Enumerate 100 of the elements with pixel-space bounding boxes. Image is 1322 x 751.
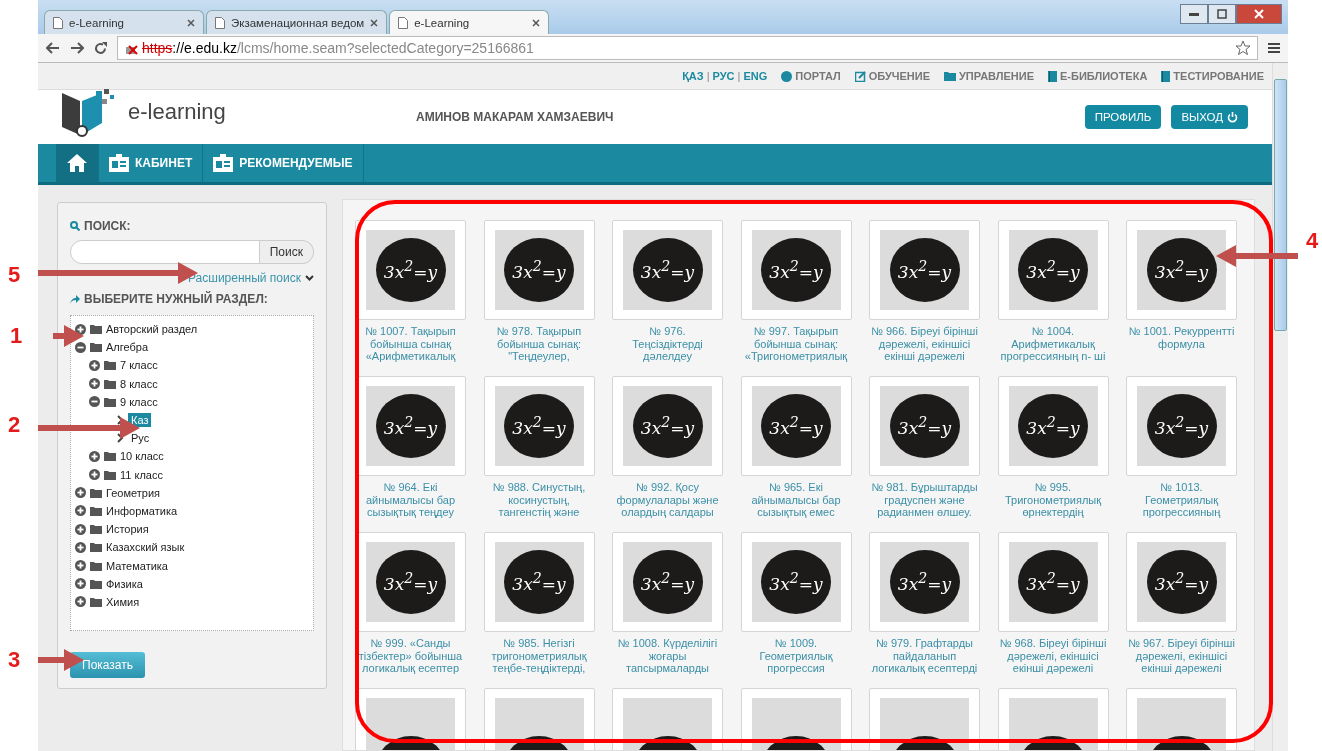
- course-title[interactable]: № 988. Синустың, косинустың, тангенстің және: [485, 481, 593, 518]
- browser-tab[interactable]: e-Learning: [44, 10, 204, 34]
- course-title[interactable]: № 966. Біреуі бірінші дәрежелі, екіншісі екінші дәрежелі: [870, 325, 979, 362]
- course-title[interactable]: № 992. Қосу формулалары және олардың салдары: [613, 481, 722, 518]
- tree-item[interactable]: 9 класс: [120, 395, 158, 408]
- top-link[interactable]: E-БИБЛИОТЕКА: [1048, 70, 1148, 82]
- plus-circle-icon[interactable]: [75, 505, 86, 517]
- browser-tab[interactable]: Экзаменационная ведом: [206, 10, 388, 34]
- reload-icon[interactable]: [94, 41, 107, 55]
- course-thumbnail[interactable]: 3x$^{2}$=y: [483, 532, 595, 632]
- plus-circle-icon[interactable]: [75, 323, 86, 335]
- top-link[interactable]: ТЕСТИРОВАНИЕ: [1161, 70, 1264, 82]
- course-title[interactable]: № 1007. Тақырып бойынша сынақ «Арифметикалық: [356, 325, 465, 362]
- close-icon[interactable]: [370, 18, 379, 27]
- course-title[interactable]: № 968. Біреуі бірінші дәрежелі, екіншісі екінші дәрежелі: [999, 637, 1107, 674]
- minus-circle-icon[interactable]: [75, 341, 86, 353]
- logo-text: e-learning: [128, 99, 226, 125]
- plus-circle-icon[interactable]: [75, 578, 86, 590]
- plus-circle-icon[interactable]: [75, 596, 86, 608]
- course-title[interactable]: № 967. Біреуі бірінші дәрежелі, екіншісі екінші дәрежелі: [1127, 637, 1236, 674]
- top-link[interactable]: ОБУЧЕНИЕ: [854, 70, 931, 82]
- course-title[interactable]: № 981. Бұрыштарды градуспен және радианмен өлшеу.: [870, 481, 979, 518]
- course-thumbnail[interactable]: 3x$^{2}$=y: [740, 376, 852, 476]
- course-title[interactable]: № 997. Тақырып бойынша сынақ: «Тригонометриялық: [742, 325, 850, 362]
- course-thumbnail[interactable]: 3x$^{2}$=y: [997, 220, 1109, 320]
- search-field[interactable]: [70, 240, 260, 264]
- tree-item[interactable]: Химия: [106, 595, 140, 608]
- minimize-button[interactable]: [1180, 4, 1208, 24]
- close-icon[interactable]: [532, 18, 541, 27]
- nav-item[interactable]: КАБИНЕТ: [99, 144, 204, 182]
- tree-item[interactable]: Алгебра: [106, 341, 149, 354]
- top-link[interactable]: ПОРТАЛ: [781, 70, 841, 82]
- course-thumbnail[interactable]: 3x$^{2}$=y: [612, 376, 723, 476]
- course-thumbnail[interactable]: 3x$^{2}$=y: [1126, 376, 1237, 476]
- course-thumbnail[interactable]: 3x$^{2}$=y: [1126, 532, 1237, 632]
- top-link[interactable]: УПРАВЛЕНИЕ: [944, 70, 1034, 82]
- course-thumbnail[interactable]: 3x$^{2}$=y: [483, 376, 595, 476]
- search-button[interactable]: Поиск: [259, 240, 314, 264]
- tree-item[interactable]: Казахский язык: [106, 541, 185, 554]
- close-window-button[interactable]: [1236, 4, 1282, 24]
- plus-circle-icon[interactable]: [75, 523, 86, 535]
- restore-button[interactable]: [1208, 4, 1236, 24]
- course-title[interactable]: № 964. Екі айнымалысы бар сызықтық теңдеу: [356, 481, 465, 518]
- minus-circle-icon[interactable]: [89, 396, 100, 408]
- plus-circle-icon[interactable]: [89, 450, 100, 462]
- course-title[interactable]: № 999. «Санды тізбектер» бойынша логикалық есептер: [356, 637, 465, 674]
- close-icon[interactable]: [187, 18, 195, 27]
- home-button[interactable]: [56, 144, 99, 182]
- course-thumbnail[interactable]: 3x$^{2}$=y: [1126, 220, 1237, 320]
- tree-item[interactable]: Математика: [106, 559, 168, 572]
- star-icon[interactable]: [1235, 40, 1251, 56]
- tree-item[interactable]: Рус: [128, 431, 153, 446]
- course-thumbnail[interactable]: 3x$^{2}$=y: [997, 376, 1109, 476]
- tree-item[interactable]: 11 класс: [120, 468, 163, 481]
- scrollbar[interactable]: [1272, 63, 1288, 751]
- course-thumbnail[interactable]: 3x$^{2}$=y: [997, 532, 1109, 632]
- course-title[interactable]: № 979. Графтарды пайдаланып логикалық есептерді: [870, 637, 979, 674]
- course-title[interactable]: № 1013. Геометриялық прогрессияның: [1127, 481, 1236, 518]
- browser-tab[interactable]: e-Learning: [389, 10, 550, 34]
- language-switcher[interactable]: ҚАЗ | РУС | ENG: [682, 70, 768, 82]
- course-thumbnail[interactable]: 3x$^{2}$=y: [869, 532, 980, 632]
- course-thumbnail[interactable]: 3x$^{2}$=y: [612, 220, 723, 320]
- course-title[interactable]: № 1004. Арифметикалық прогрессияның n- ші: [999, 325, 1107, 362]
- plus-circle-icon[interactable]: [89, 469, 100, 481]
- profile-button[interactable]: ПРОФИЛЬ: [1084, 105, 1162, 129]
- course-thumbnail[interactable]: 3x$^{2}$=y: [612, 532, 723, 632]
- course-thumbnail[interactable]: 3x$^{2}$=y: [483, 220, 595, 320]
- back-icon[interactable]: [46, 42, 60, 54]
- menu-icon[interactable]: [1268, 42, 1280, 54]
- address-bar[interactable]: https://e.edu.kz/lcms/home.seam?selectedCategory=25166861: [117, 36, 1258, 60]
- course-thumbnail[interactable]: 3x$^{2}$=y: [740, 220, 852, 320]
- course-thumbnail[interactable]: 3x$^{2}$=y: [740, 532, 852, 632]
- tree-item[interactable]: История: [106, 523, 149, 536]
- plus-circle-icon[interactable]: [75, 541, 86, 553]
- tree-item[interactable]: Физика: [106, 577, 143, 590]
- course-title[interactable]: № 976. Теңсіздіктерді дәлелдеу: [613, 325, 722, 362]
- course-title[interactable]: № 1009. Геометриялық прогрессия: [742, 637, 850, 674]
- nav-item[interactable]: РЕКОМЕНДУЕМЫЕ: [203, 144, 364, 182]
- tree-item[interactable]: 10 класс: [120, 450, 164, 463]
- plus-circle-icon[interactable]: [89, 359, 100, 371]
- tree-item[interactable]: Авторский раздел: [106, 323, 198, 336]
- course-thumbnail[interactable]: 3x$^{2}$=y: [869, 220, 980, 320]
- tree-item[interactable]: Информатика: [106, 504, 178, 517]
- tree-item[interactable]: Геометрия: [106, 486, 161, 499]
- course-thumbnail[interactable]: 3x$^{2}$=y: [355, 220, 466, 320]
- course-title[interactable]: № 995. Тригонометриялық өрнектердің: [999, 481, 1107, 518]
- tree-item[interactable]: Каз: [128, 413, 152, 428]
- logout-button[interactable]: ВЫХОД: [1171, 105, 1248, 129]
- course-title[interactable]: № 1001. Рекуррентті формула: [1127, 325, 1236, 362]
- course-title[interactable]: № 965. Екі айнымалысы бар сызықтық емес: [742, 481, 850, 518]
- tree-item[interactable]: 7 класс: [120, 359, 158, 372]
- plus-circle-icon[interactable]: [75, 487, 86, 499]
- tree-item[interactable]: 8 класс: [120, 377, 158, 390]
- plus-circle-icon[interactable]: [75, 560, 86, 572]
- course-title[interactable]: № 985. Негізгі тригонометриялық теңбе-теңдіктерді,: [485, 637, 593, 674]
- course-title[interactable]: № 1008. Күрделілігі жоғары тапсырмаларды: [613, 637, 722, 674]
- course-title[interactable]: № 978. Тақырып бойынша сынақ: "Теңдеулер,: [485, 325, 593, 362]
- forward-icon[interactable]: [70, 42, 84, 54]
- course-thumbnail[interactable]: 3x$^{2}$=y: [869, 376, 980, 476]
- plus-circle-icon[interactable]: [89, 378, 100, 390]
